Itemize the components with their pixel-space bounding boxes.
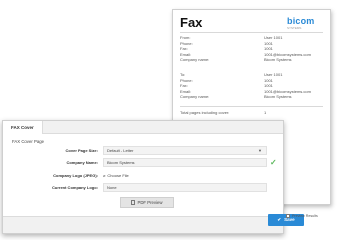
caret-down-icon: ▼ xyxy=(258,148,262,153)
divider xyxy=(180,32,323,33)
current-logo-value: None xyxy=(103,183,267,192)
document-icon xyxy=(131,200,136,206)
company-name-input[interactable]: Bicom Systems xyxy=(103,158,267,167)
pdf-preview-button[interactable]: PDF Preview xyxy=(120,197,174,208)
page-size-select[interactable]: Default - Letter ▼ xyxy=(103,146,267,155)
panel-footer xyxy=(3,216,283,233)
choose-file-button[interactable]: ⌀ Choose File xyxy=(103,171,129,180)
bicom-logo: bicom xyxy=(287,16,315,26)
fax-title: Fax xyxy=(180,15,203,30)
page-size-label: Cover Page Size: xyxy=(65,148,98,153)
page-size-value: Default - Letter xyxy=(107,148,134,153)
company-name-row: Company Name: Bicom Systems ✓ xyxy=(10,158,277,167)
preview-results-label: Preview Results xyxy=(292,214,318,218)
fax-row: Total pages including cover: 1 xyxy=(180,110,267,115)
tab-fax-cover[interactable]: FAX Cover xyxy=(3,121,43,134)
company-name-label: Company Name: xyxy=(66,160,98,165)
fax-to-block: To: User 1001 Phone: 1001 Fax: 1001 Email: 1… xyxy=(180,72,320,100)
fax-from-block: From: User 1001 Phone: 1001 Fax: 1001 Email… xyxy=(180,35,320,63)
choose-file-label: Choose File xyxy=(107,173,129,178)
section-title: FAX Cover Page xyxy=(12,139,45,144)
paperclip-icon: ⌀ xyxy=(103,173,106,178)
fax-row: Company name: Bicom Systems xyxy=(180,94,292,100)
panel-tabbar: FAX Cover xyxy=(3,121,283,134)
checkbox-icon xyxy=(286,214,290,219)
company-logo-label: Company Logo (JPEG): xyxy=(53,173,98,178)
current-logo-row: Current Company Logo: None xyxy=(10,183,274,192)
bicom-logo-sub: SYSTEMS xyxy=(287,26,302,30)
page-size-row: Cover Page Size: Default - Letter ▼ xyxy=(10,146,274,155)
fax-total-pages: Total pages including cover: 1 xyxy=(180,110,320,116)
save-check-icon: ✔ xyxy=(277,217,282,222)
divider xyxy=(180,106,323,107)
checkmark-icon: ✓ xyxy=(270,158,277,167)
preview-results-checkbox[interactable]: Preview Results xyxy=(286,214,318,219)
fax-row: Company name: Bicom Systems xyxy=(180,57,292,63)
pdf-preview-label: PDF Preview xyxy=(137,200,163,205)
current-logo-label: Current Company Logo: xyxy=(52,185,98,190)
company-logo-row: Company Logo (JPEG): ⌀ Choose File xyxy=(10,171,274,180)
